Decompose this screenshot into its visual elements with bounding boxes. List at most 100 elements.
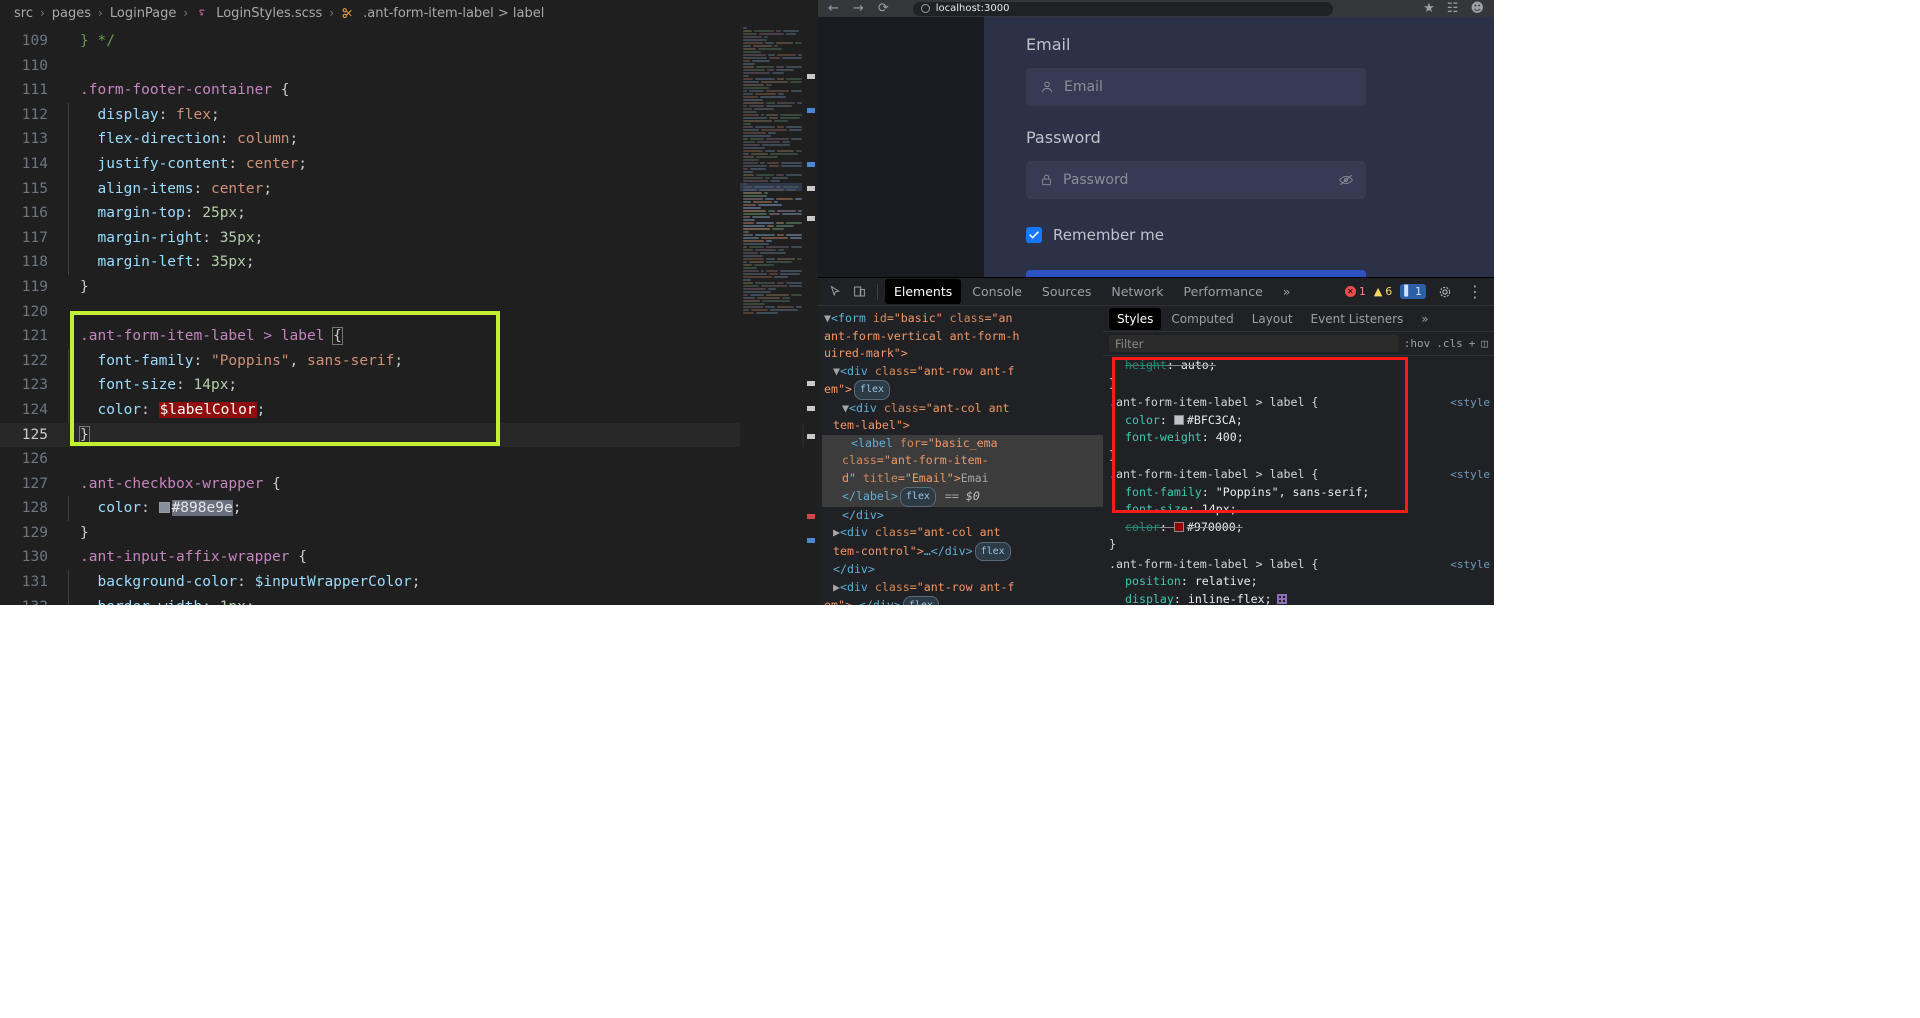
breadcrumb-item[interactable]: LoginPage	[110, 6, 177, 21]
breadcrumb-item[interactable]: LoginStyles.scss	[216, 6, 322, 21]
dom-node-line[interactable]: tem-label">	[822, 417, 1103, 435]
code-line[interactable]: 118 margin-left: 35px;	[0, 250, 818, 275]
minimap-viewport[interactable]	[740, 183, 802, 191]
add-style-rule-icon[interactable]: +	[1469, 337, 1476, 350]
code-line[interactable]: 131 background-color: $inputWrapperColor…	[0, 570, 818, 595]
style-rule[interactable]: .ant-form-item-label > label {<style font…	[1109, 465, 1494, 555]
code-line[interactable]: 109} */	[0, 29, 818, 54]
dom-node-line[interactable]: tem-control">…</div> flex	[822, 541, 1103, 561]
style-rule[interactable]: height: auto;}	[1109, 356, 1494, 393]
dom-node-line[interactable]: d" title="Email">Emai	[822, 469, 1103, 487]
flex-badge[interactable]: flex	[899, 487, 936, 507]
styles-rules-list[interactable]: height: auto;} .ant-form-item-label > lab…	[1103, 356, 1494, 605]
devtools-tab-console[interactable]: Console	[963, 279, 1031, 304]
cls-toggle[interactable]: .cls	[1436, 337, 1463, 350]
code-line[interactable]: 122 font-family: "Poppins", sans-serif;	[0, 348, 818, 374]
page-info-icon[interactable]	[920, 4, 930, 13]
code-line[interactable]: 127 .ant-checkbox-wrapper {	[0, 472, 818, 497]
profile-avatar-icon[interactable]: ☻	[1470, 2, 1484, 15]
flex-badge[interactable]: flex	[974, 541, 1011, 561]
dom-node-line[interactable]: </div>	[822, 507, 1103, 525]
code-line[interactable]: 117 margin-right: 35px;	[0, 225, 818, 251]
code-line[interactable]: 129}	[0, 521, 818, 546]
dom-node-line[interactable]: ▶<div class="ant-col ant	[822, 524, 1103, 542]
more-tabs-icon[interactable]: »	[1274, 279, 1300, 304]
code-line[interactable]: 110	[0, 54, 818, 79]
flex-badge[interactable]: flex	[853, 380, 891, 400]
address-bar[interactable]: localhost:3000	[912, 1, 1333, 16]
style-source-link[interactable]: <style	[1450, 556, 1490, 574]
editor-scrollbar[interactable]	[804, 26, 818, 605]
dom-node-line[interactable]: class="ant-form-item-	[822, 452, 1103, 470]
code-line[interactable]: 112 display: flex;	[0, 102, 818, 128]
toggle-sidebar-icon[interactable]: ◫	[1481, 337, 1488, 350]
declaration-color-swatch[interactable]	[1173, 521, 1184, 532]
device-toolbar-icon[interactable]	[848, 281, 870, 303]
dom-node-line[interactable]: uired-mark">	[822, 345, 1103, 363]
dom-node-line[interactable]: </div>	[822, 561, 1103, 579]
gear-icon[interactable]	[1434, 281, 1456, 303]
style-declaration[interactable]: font-size: 14px;	[1109, 501, 1494, 519]
style-declaration[interactable]: font-family: "Poppins", sans-serif;	[1109, 484, 1494, 502]
reload-icon[interactable]: ⟳	[878, 2, 889, 15]
style-declaration[interactable]: position: relative;	[1109, 573, 1494, 591]
breadcrumb-item[interactable]: .ant-form-item-label > label	[363, 6, 544, 21]
error-badge[interactable]: ✕ 1	[1344, 285, 1366, 298]
code-line[interactable]: 130 .ant-input-affix-wrapper {	[0, 545, 818, 570]
email-input[interactable]: Email	[1026, 68, 1366, 106]
password-input[interactable]: Password	[1026, 161, 1366, 199]
breadcrumb[interactable]: src › pages › LoginPage › LoginStyles.scss › .an…	[0, 0, 818, 26]
code-line[interactable]: 132 border-width: 1px;	[0, 594, 818, 605]
style-rule-selector[interactable]: .ant-form-item-label > label {<style	[1109, 556, 1494, 574]
extensions-puzzle-icon[interactable]: ☷	[1447, 2, 1459, 15]
hov-toggle[interactable]: :hov	[1404, 337, 1431, 350]
code-line[interactable]: 121 .ant-form-item-label > label {	[0, 324, 818, 349]
style-declaration[interactable]: color: #BFC3CA;	[1109, 412, 1494, 430]
dom-node-line[interactable]: </label> flex == $0	[822, 487, 1103, 507]
devtools-tab-sources[interactable]: Sources	[1033, 279, 1100, 304]
code-line[interactable]: 120	[0, 300, 818, 325]
style-declaration[interactable]: color: #970000;	[1109, 519, 1494, 537]
style-declaration[interactable]: display: inline-flex;	[1109, 591, 1494, 605]
code-line[interactable]: 126	[0, 447, 818, 472]
style-rule-selector[interactable]: .ant-form-item-label > label {<style	[1109, 394, 1494, 412]
editor-minimap[interactable]	[740, 26, 802, 605]
styles-tab-event-listeners[interactable]: Event Listeners	[1303, 308, 1412, 330]
style-declaration[interactable]: height: auto;	[1109, 357, 1494, 375]
dom-node-line[interactable]: ▼<form id="basic" class="an	[822, 310, 1103, 328]
styles-more-tabs-icon[interactable]: »	[1413, 308, 1436, 330]
dom-node-line[interactable]: ▼<div class="ant-col ant	[822, 400, 1103, 418]
code-editor[interactable]: 109} */110 111 .form-footer-container {112…	[0, 26, 818, 605]
dom-node-line[interactable]: em">…</div>flex	[822, 596, 1103, 605]
code-line[interactable]: 128 color: #898e9e;	[0, 496, 818, 521]
breadcrumb-item[interactable]: src	[14, 6, 33, 21]
dom-node-line[interactable]: ▶<div class="ant-row ant-f	[822, 579, 1103, 597]
code-line[interactable]: 115 align-items: center;	[0, 176, 818, 202]
message-badge[interactable]: ▌ 1	[1400, 284, 1426, 299]
style-rule[interactable]: .ant-form-item-label > label {<style colo…	[1109, 393, 1494, 465]
inspect-element-icon[interactable]	[824, 281, 846, 303]
styles-tab-computed[interactable]: Computed	[1163, 308, 1241, 330]
style-rule[interactable]: .ant-form-item-label > label {<style posi…	[1109, 555, 1494, 606]
dom-node-line[interactable]: ant-form-vertical ant-form-h	[822, 328, 1103, 346]
breadcrumb-item[interactable]: pages	[52, 6, 91, 21]
code-line[interactable]: 116 margin-top: 25px;	[0, 201, 818, 226]
code-line[interactable]: 123 font-size: 14px;	[0, 373, 818, 398]
remember-me-checkbox[interactable]	[1026, 227, 1042, 243]
code-line[interactable]: 111 .form-footer-container {	[0, 78, 818, 103]
bookmark-star-icon[interactable]: ★	[1423, 2, 1435, 15]
dom-node-line[interactable]: em"> flex	[822, 380, 1103, 400]
eye-invisible-icon[interactable]	[1338, 173, 1354, 187]
devtools-tab-elements[interactable]: Elements	[885, 279, 962, 304]
dom-tree-pane[interactable]: ▼<form id="basic" class="an ant-form-vert…	[818, 306, 1103, 605]
styles-filter-input[interactable]: Filter	[1109, 335, 1398, 352]
grid-badge-icon[interactable]	[1276, 593, 1287, 604]
code-line[interactable]: 124 color: $labelColor;	[0, 397, 818, 423]
code-line[interactable]: 119}	[0, 275, 818, 300]
style-declaration[interactable]: font-weight: 400;	[1109, 429, 1494, 447]
style-source-link[interactable]: <style	[1450, 394, 1490, 412]
dom-node-line[interactable]: ▼<div class="ant-row ant-f	[822, 363, 1103, 381]
style-rule-selector[interactable]: .ant-form-item-label > label {<style	[1109, 466, 1494, 484]
declaration-color-swatch[interactable]	[1173, 414, 1184, 425]
more-vertical-icon[interactable]: ⋮	[1464, 281, 1486, 303]
